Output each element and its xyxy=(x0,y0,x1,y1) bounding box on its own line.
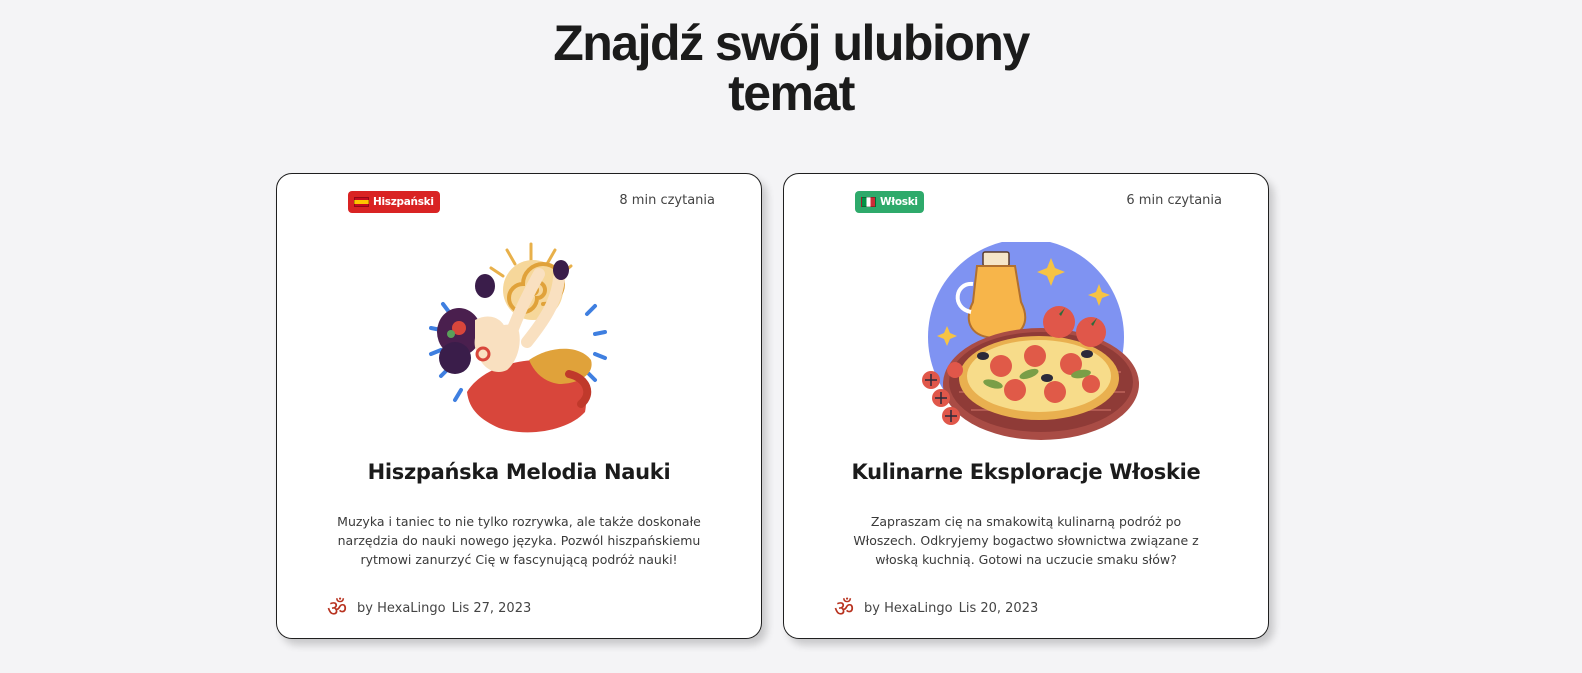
author-name[interactable]: by HexaLingo xyxy=(357,601,446,616)
read-time: 6 min czytania xyxy=(1126,193,1222,208)
author-name[interactable]: by HexaLingo xyxy=(864,601,953,616)
read-time: 8 min czytania xyxy=(619,193,715,208)
flamenco-dancer-illustration xyxy=(277,242,761,442)
publish-date: Lis 27, 2023 xyxy=(451,600,532,616)
spain-flag-icon xyxy=(354,197,369,207)
article-card-italian[interactable]: Włoski 6 min czytania Kulinarne Eksplora… xyxy=(783,173,1269,639)
language-badge-label: Włoski xyxy=(880,196,918,208)
language-badge-label: Hiszpański xyxy=(373,196,434,208)
card-description: Muzyka i taniec to nie tylko rozrywka, a… xyxy=(337,514,701,567)
page-title-line-2: temat xyxy=(728,65,855,121)
publish-date: Lis 20, 2023 xyxy=(958,600,1039,616)
om-icon: ॐ xyxy=(327,597,347,622)
svg-text:ॐ: ॐ xyxy=(327,597,347,622)
card-meta: ॐ by HexaLingo Lis 20, 2023 xyxy=(830,594,1038,622)
italy-flag-icon xyxy=(861,197,876,207)
svg-text:ॐ: ॐ xyxy=(834,597,854,622)
card-description: Zapraszam cię na smakowitą kulinarną pod… xyxy=(853,514,1199,567)
article-card-spanish[interactable]: Hiszpański 8 min czytania Hiszpańska Mel… xyxy=(276,173,762,639)
card-title[interactable]: Hiszpańska Melodia Nauki xyxy=(277,460,761,484)
language-badge[interactable]: Włoski xyxy=(855,191,924,213)
page-title: Znajdź swój ulubiony temat xyxy=(0,18,1582,118)
page-title-line-1: Znajdź swój ulubiony xyxy=(553,15,1030,71)
pizza-illustration xyxy=(784,242,1268,442)
language-badge[interactable]: Hiszpański xyxy=(348,191,440,213)
page: Znajdź swój ulubiony temat Hiszpański 8 … xyxy=(0,0,1582,673)
om-icon: ॐ xyxy=(834,597,854,622)
card-meta: ॐ by HexaLingo Lis 27, 2023 xyxy=(323,594,531,622)
card-title[interactable]: Kulinarne Eksploracje Włoskie xyxy=(784,460,1268,484)
